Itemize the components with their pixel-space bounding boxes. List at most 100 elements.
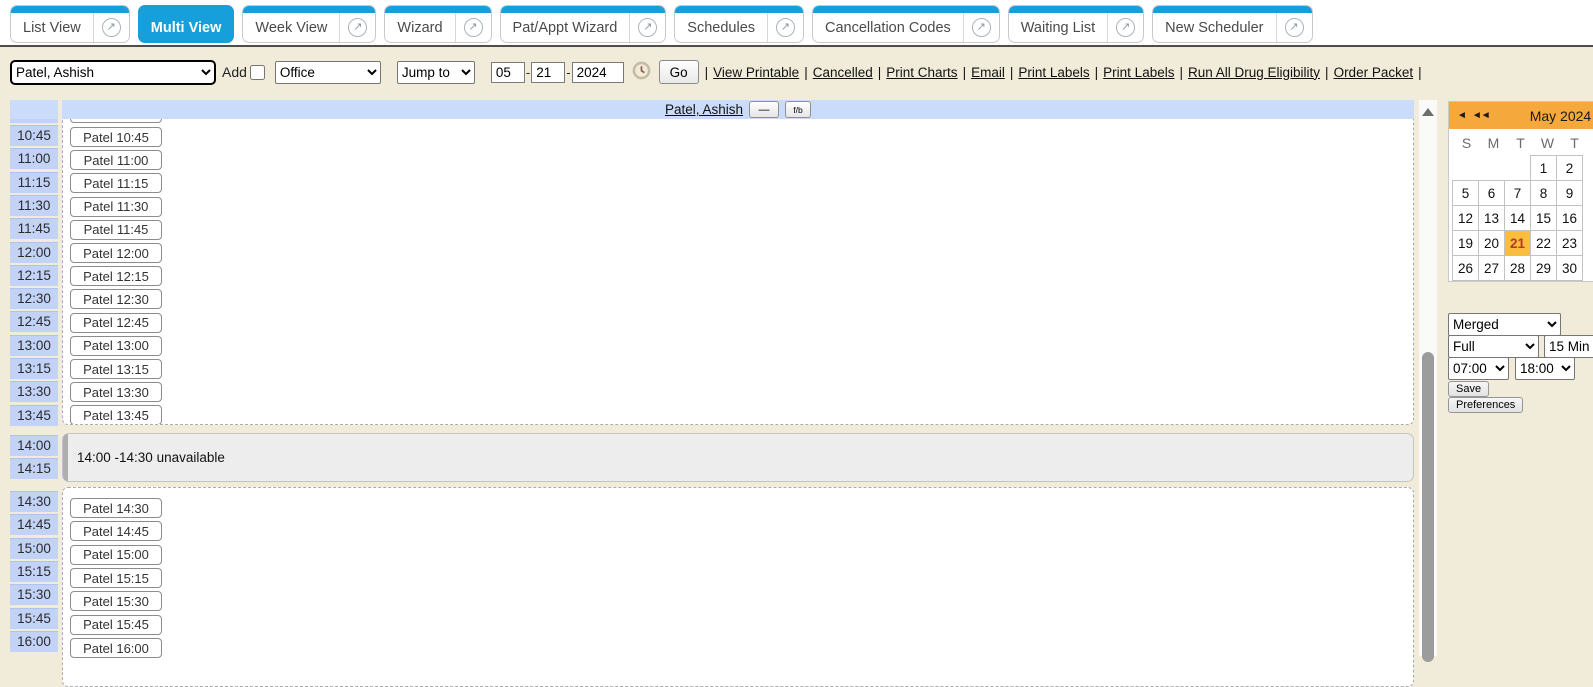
preferences-button[interactable]: Preferences [1448, 397, 1523, 413]
calendar-day[interactable]: 8 [1530, 180, 1557, 206]
open-in-new-window-button[interactable]: ↗ [963, 13, 999, 42]
nav-tab[interactable]: Schedules ↗ [674, 5, 804, 43]
date-year-input[interactable] [572, 62, 624, 83]
appointment-slot-button[interactable]: Patel 11:00 [70, 150, 162, 170]
tab-label: Waiting List [1009, 20, 1107, 36]
calendar-day[interactable]: 23 [1556, 230, 1583, 256]
date-day-input[interactable] [531, 62, 565, 83]
calendar-day[interactable]: 22 [1530, 230, 1557, 256]
open-in-new-window-button[interactable]: ↗ [455, 13, 491, 42]
toolbar-link[interactable]: Print Labels [1103, 65, 1174, 80]
appointment-slot-button[interactable]: Patel 15:30 [70, 591, 162, 611]
calendar-day[interactable]: 29 [1530, 255, 1557, 281]
calendar-day[interactable]: 20 [1478, 230, 1505, 256]
open-in-new-window-button[interactable]: ↗ [1276, 13, 1312, 42]
calendar-day[interactable]: 16 [1556, 205, 1583, 231]
open-in-new-window-button[interactable]: ↗ [339, 13, 375, 42]
calendar-day-header: T [1561, 135, 1588, 151]
view-mode-select[interactable]: Merged [1448, 313, 1561, 336]
day-start-select[interactable]: 07:00 [1448, 357, 1509, 380]
unavailable-left-stripe [63, 434, 68, 481]
go-button[interactable]: Go [659, 60, 699, 84]
nav-tab[interactable]: List View ↗ [10, 5, 130, 43]
nav-tab[interactable]: Waiting List ↗ [1008, 5, 1144, 43]
tab-label: Wizard [385, 20, 454, 36]
appointment-slot-button[interactable]: Patel 11:15 [70, 173, 162, 193]
date-month-input[interactable] [491, 62, 525, 83]
clock-icon[interactable] [632, 61, 651, 83]
appointment-slot-button[interactable]: Patel 11:30 [70, 197, 162, 217]
appointment-slot-button[interactable]: Patel 12:30 [70, 289, 162, 309]
calendar-day[interactable]: 1 [1530, 155, 1557, 181]
collapse-column-button[interactable]: — [749, 101, 779, 118]
nav-tab[interactable]: New Scheduler ↗ [1152, 5, 1312, 43]
toolbar-link[interactable]: Print Labels [1018, 65, 1089, 80]
provider-column-link[interactable]: Patel, Ashish [665, 102, 743, 117]
toolbar-link[interactable]: View Printable [713, 65, 799, 80]
calendar-day[interactable]: 5 [1452, 180, 1479, 206]
toolbar-link[interactable]: Print Charts [886, 65, 957, 80]
nav-tab[interactable]: Cancellation Codes ↗ [812, 5, 1000, 43]
calendar-day[interactable]: 2 [1556, 155, 1583, 181]
calendar-day[interactable]: 6 [1478, 180, 1505, 206]
appointment-slot-button[interactable]: Patel 13:45 [70, 405, 162, 425]
time-label: 11:30 [10, 195, 58, 216]
nav-tab[interactable]: Pat/Appt Wizard ↗ [500, 5, 667, 43]
appointment-slot-button[interactable]: Patel 10:45 [70, 127, 162, 147]
nav-tab[interactable]: Multi View [138, 5, 235, 43]
calendar-day[interactable]: 14 [1504, 205, 1531, 231]
interval-select[interactable]: 15 Min [1544, 335, 1593, 358]
toolbar-link[interactable]: Email [971, 65, 1005, 80]
save-button[interactable]: Save [1448, 381, 1489, 397]
appointment-slot-button[interactable]: Patel 13:30 [70, 382, 162, 402]
appointment-slot-button[interactable]: Patel 15:15 [70, 568, 162, 588]
appointment-slot-button[interactable]: Patel 13:15 [70, 359, 162, 379]
calendar-day[interactable]: 21 [1504, 230, 1531, 256]
add-checkbox[interactable] [250, 65, 265, 80]
calendar-day[interactable]: 13 [1478, 205, 1505, 231]
appointment-slot-button[interactable]: Patel 13:00 [70, 336, 162, 356]
calendar-day[interactable]: 19 [1452, 230, 1479, 256]
open-in-new-window-button[interactable]: ↗ [1107, 13, 1143, 42]
appointment-slot-button[interactable]: Patel 14:30 [70, 498, 162, 518]
appointment-slot-button[interactable]: Patel 15:00 [70, 545, 162, 565]
vertical-scrollbar[interactable] [1419, 100, 1437, 656]
calendar-day[interactable]: 15 [1530, 205, 1557, 231]
jump-to-select[interactable]: Jump to [397, 61, 475, 84]
calendar-day[interactable]: 30 [1556, 255, 1583, 281]
toolbar-link[interactable]: Cancelled [813, 65, 873, 80]
calendar-prev-year-button[interactable]: ◄◄ [1472, 110, 1490, 121]
appointment-slot-button[interactable]: Patel 14:45 [70, 521, 162, 541]
open-in-new-window-button[interactable]: ↗ [767, 13, 803, 42]
appointment-slot-button[interactable]: Patel 12:45 [70, 313, 162, 333]
appointment-slot-button[interactable]: Patel 12:00 [70, 243, 162, 263]
location-select[interactable]: Office [275, 61, 381, 84]
calendar-day[interactable]: 28 [1504, 255, 1531, 281]
toolbar-link[interactable]: Order Packet [1334, 65, 1414, 80]
tab-label: Cancellation Codes [813, 20, 963, 36]
time-label: 10:45 [10, 125, 58, 146]
tab-accent-bar [1009, 6, 1143, 13]
scrollbar-thumb[interactable] [1422, 352, 1434, 662]
day-end-select[interactable]: 18:00 [1515, 357, 1575, 380]
appointment-slot-button[interactable]: Patel 12:15 [70, 266, 162, 286]
zoom-mode-select[interactable]: Full [1448, 335, 1539, 358]
provider-select[interactable]: Patel, Ashish [10, 60, 216, 85]
nav-tab[interactable]: Week View ↗ [242, 5, 376, 43]
calendar-day[interactable]: 9 [1556, 180, 1583, 206]
calendar-day[interactable]: 26 [1452, 255, 1479, 281]
scroll-up-arrow-icon[interactable] [1422, 108, 1434, 116]
link-separator: | [878, 65, 882, 80]
appointment-slot-button[interactable]: Patel 16:00 [70, 638, 162, 658]
fb-toggle-button[interactable]: f/b [785, 101, 811, 118]
calendar-day[interactable]: 27 [1478, 255, 1505, 281]
appointment-slot-button[interactable]: Patel 11:45 [70, 220, 162, 240]
calendar-day[interactable]: 12 [1452, 205, 1479, 231]
open-in-new-window-button[interactable]: ↗ [629, 13, 665, 42]
open-in-new-window-button[interactable]: ↗ [93, 13, 129, 42]
toolbar-link[interactable]: Run All Drug Eligibility [1188, 65, 1320, 80]
appointment-slot-button[interactable]: Patel 15:45 [70, 615, 162, 635]
calendar-prev-month-button[interactable]: ◄ [1457, 110, 1466, 121]
nav-tab[interactable]: Wizard ↗ [384, 5, 491, 43]
calendar-day[interactable]: 7 [1504, 180, 1531, 206]
